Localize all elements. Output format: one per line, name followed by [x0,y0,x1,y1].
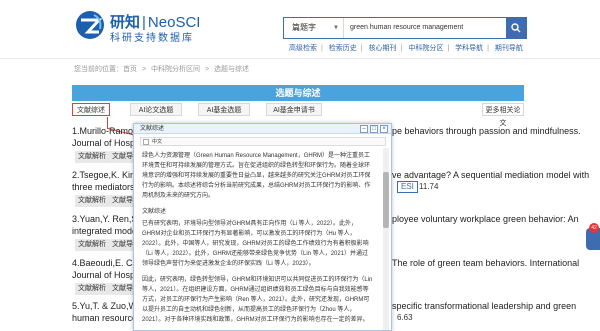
review-heading: 文献综述 [142,209,167,215]
link-subject-nav[interactable]: 学科导航 [455,45,483,52]
breadcrumb-partition[interactable]: 中科院分析区间 [151,66,200,73]
link-advanced-search[interactable]: 高级检索 [289,45,317,52]
notification-badge: 42 [589,223,599,233]
logo-icon [76,11,104,39]
chevron-down-icon: ▼ [333,25,339,31]
analysis-button[interactable]: 文献解析 [75,195,109,207]
tab-ai-fund-topic[interactable]: AI基金选题 [198,103,250,116]
dialog-toolbar: 中文 [140,137,386,146]
literature-review-dialog: 文献综述 – □ × 中文 绿色人力资源管理（Green Human Resourc… [133,123,392,331]
search-links: 高级检索 | 检索历史 | 核心期刊 | 中科院分区 | 学科导航 | 期刊导航 [289,45,523,52]
breadcrumb-sep: > [141,66,147,73]
analysis-button[interactable]: 文献解析 [75,151,109,163]
link-journal-nav[interactable]: 期刊导航 [495,45,523,52]
scrollbar-thumb[interactable] [383,172,389,228]
search-button[interactable] [506,18,526,38]
result-title-tail: The role of green team behaviors. Intern… [392,258,580,268]
review-paragraph: 已有研究表明，环境导向型领导对GHRM具有正向作用（Li 等人，2022）。此外… [142,221,369,267]
search-input[interactable]: green human resource management [346,18,506,38]
page-title: 选题与综述 [72,85,524,101]
search-field-value: 篇题字 [292,23,316,32]
header: 研知 | NeoSCI 科研支持数据库 篇题字 ▼ green human reso… [0,0,600,58]
search-box: 篇题字 ▼ green human resource management [283,17,527,39]
dialog-title: 文献综述 [140,126,165,132]
maximize-icon[interactable]: □ [370,125,378,133]
dialog-header: 文献综述 – □ × [134,124,391,134]
result-title-tail: pe behaviors through passion and mindful… [392,126,581,136]
review-paragraph: 因此，研究表明，绿色转型领导，GHRM和环境知识可以共同促进员工的环保行为（Li… [142,277,373,323]
breadcrumb: 您当前的位置：首页 > 中科院分析区间 > 选题与综述 [74,64,252,74]
search-field-select[interactable]: 篇题字 ▼ [284,18,344,38]
link-search-history[interactable]: 检索历史 [329,45,357,52]
link-cas-partition[interactable]: 中科院分区 [408,45,443,52]
tab-ai-paper-topic[interactable]: AI论文选题 [130,103,182,116]
tab-bar: 文献综述 AI论文选题 AI基金选题 AI基金申请书 更多相关论文 [72,103,524,127]
minimize-icon[interactable]: – [360,125,368,133]
analysis-button[interactable]: 文献解析 [75,239,109,251]
esi-badge: ESI [397,181,418,193]
result-title-tail: ployee voluntary workplace green behavio… [392,214,579,224]
brand-subtitle: 科研支持数据库 [110,33,194,44]
language-label: 中文 [152,139,163,145]
breadcrumb-sep: > [204,66,210,73]
dialog-controls: – □ × [358,125,388,133]
breadcrumb-home[interactable]: 您当前的位置：首页 [74,66,137,73]
close-icon[interactable]: × [380,125,388,133]
impact-factor: 11.74 [419,182,439,191]
dialog-content: 绿色人力资源管理（Green Human Resource Management… [142,151,374,331]
link-core-journals[interactable]: 核心期刊 [369,45,397,52]
divider [0,58,600,59]
result-title-tail: ve advantage? A sequential mediation mod… [392,170,590,180]
search-icon [511,23,521,33]
review-intro: 绿色人力资源管理（Green Human Resource Management… [142,153,371,199]
analysis-button[interactable]: 文献解析 [75,283,109,295]
tab-ai-fund-application[interactable]: AI基金申请书 [266,103,322,116]
result-title-tail: specific transformational leadership and… [392,301,577,311]
tab-literature-review[interactable]: 文献综述 [72,103,110,116]
language-checkbox[interactable] [143,139,149,145]
impact-factor: 6.63 [397,313,413,322]
more-papers-button[interactable]: 更多相关论文 [482,103,524,127]
breadcrumb-current: 选题与综述 [214,66,249,73]
